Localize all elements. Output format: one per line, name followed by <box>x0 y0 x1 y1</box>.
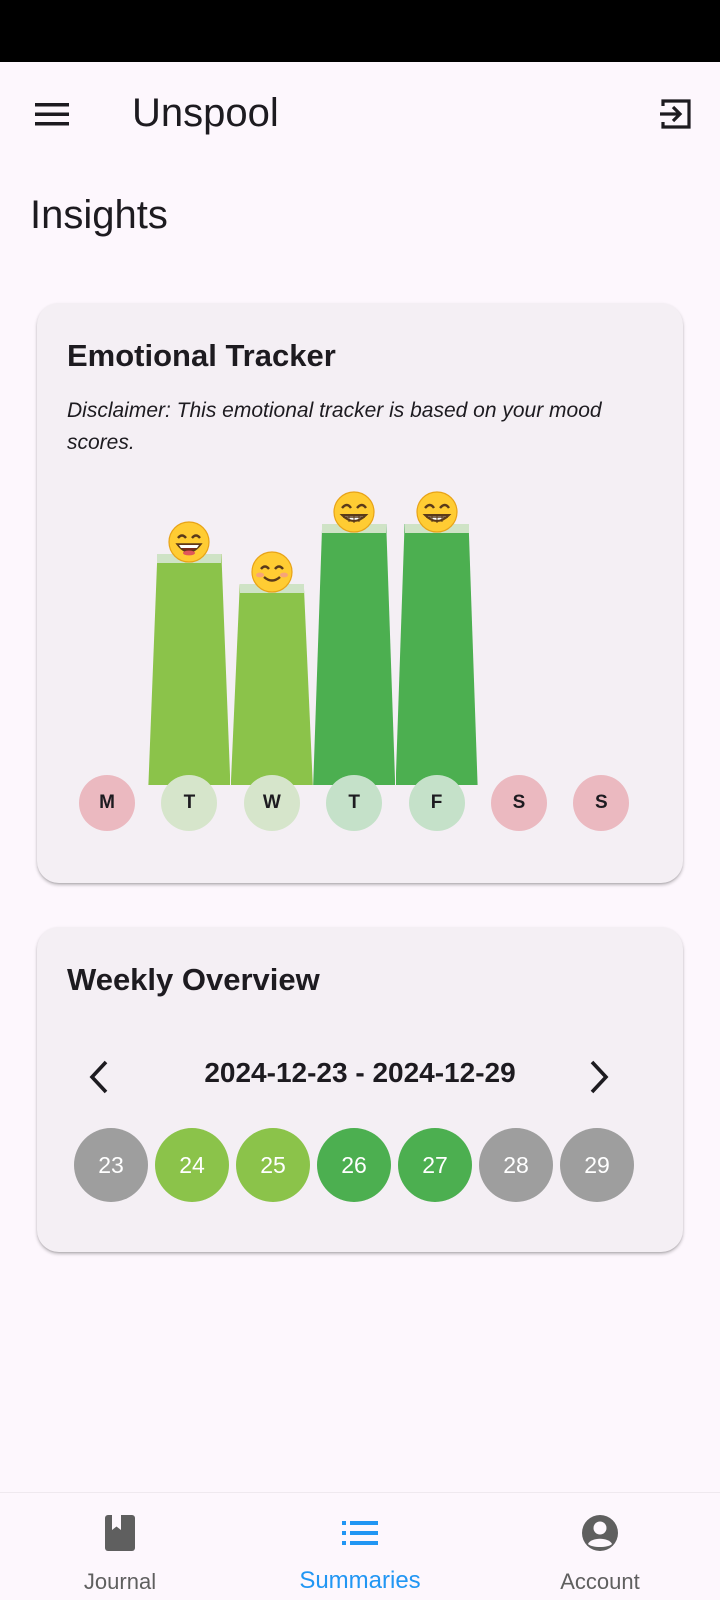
date-circle[interactable]: 23 <box>74 1128 148 1202</box>
mood-bar <box>313 523 396 785</box>
emotional-tracker-card: Emotional Tracker Disclaimer: This emoti… <box>37 303 683 883</box>
weekly-overview-card: Weekly Overview 2024-12-23 - 2024-12-29 … <box>37 927 683 1252</box>
app-title: Unspool <box>132 91 279 135</box>
date-circle[interactable]: 28 <box>479 1128 553 1202</box>
mood-bar <box>230 584 313 785</box>
mood-chart: MTWTFSS <box>37 303 683 883</box>
day-circle: T <box>161 775 218 831</box>
nav-item-summaries[interactable]: Summaries <box>240 1493 480 1600</box>
menu-icon <box>35 103 69 126</box>
nav-label-summaries: Summaries <box>299 1567 421 1594</box>
date-circle[interactable]: 24 <box>155 1128 229 1202</box>
date-circle[interactable]: 29 <box>560 1128 634 1202</box>
day-circle: T <box>326 775 383 831</box>
mood-emoji-icon <box>332 490 376 534</box>
day-circle: M <box>79 775 135 831</box>
logout-icon <box>660 99 691 129</box>
nav-item-account[interactable]: Account <box>480 1493 720 1600</box>
bottom-navigation: Journal Summaries Account <box>0 1492 720 1600</box>
mood-emoji-icon <box>250 550 294 594</box>
nav-label-account: Account <box>560 1569 640 1594</box>
mood-bar <box>395 523 478 785</box>
mood-emoji-icon <box>415 490 459 534</box>
date-circle[interactable]: 26 <box>317 1128 391 1202</box>
page-title: Insights <box>30 193 168 237</box>
nav-label-journal: Journal <box>83 1569 157 1594</box>
book-icon <box>105 1515 135 1551</box>
logout-button[interactable] <box>648 86 704 142</box>
app-bar: Unspool <box>0 62 720 166</box>
day-circle: S <box>491 775 547 831</box>
status-bar <box>0 0 720 62</box>
next-week-button[interactable] <box>575 1053 623 1101</box>
chevron-right-icon <box>590 1060 609 1094</box>
account-circle-icon <box>582 1515 618 1551</box>
day-circle: W <box>243 775 300 831</box>
date-circle[interactable]: 27 <box>398 1128 472 1202</box>
day-circle: F <box>408 775 465 831</box>
mood-bar <box>148 554 231 785</box>
day-circle: S <box>573 775 630 831</box>
nav-item-journal[interactable]: Journal <box>0 1493 240 1600</box>
weekly-overview-title: Weekly Overview <box>67 962 320 997</box>
mood-emoji-icon <box>167 520 211 564</box>
list-icon <box>342 1521 378 1545</box>
menu-button[interactable] <box>24 86 80 142</box>
date-circle[interactable]: 25 <box>236 1128 310 1202</box>
